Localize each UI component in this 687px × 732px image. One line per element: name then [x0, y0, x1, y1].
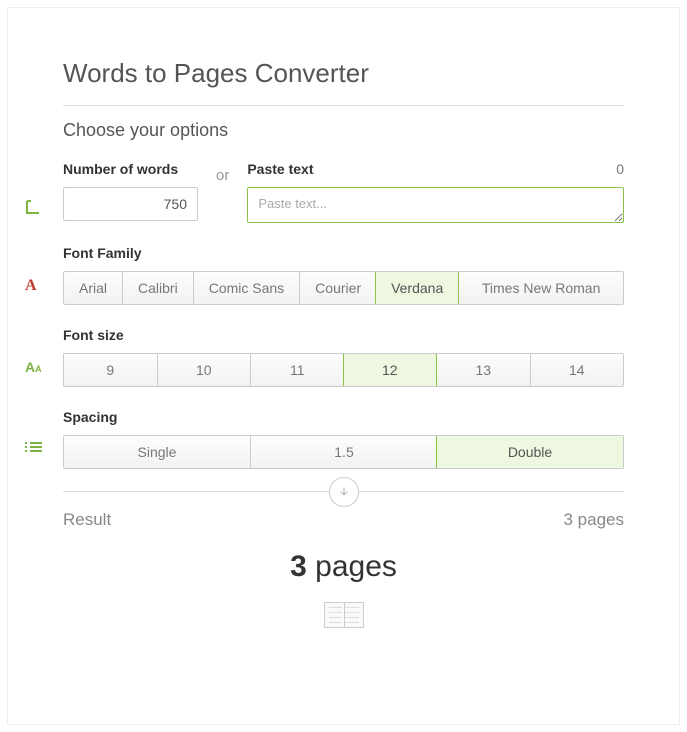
or-label: or: [216, 167, 229, 184]
result-unit: pages: [315, 550, 397, 583]
spacing-option[interactable]: Double: [436, 435, 624, 469]
result-divider: [63, 491, 624, 492]
fontFamily-option[interactable]: Arial: [64, 272, 122, 304]
font-family-group: ArialCalibriComic SansCourierVerdanaTime…: [63, 271, 624, 305]
result-display: 3 pages: [63, 550, 624, 584]
arrow-down-icon: [329, 477, 359, 507]
result-label: Result: [63, 510, 111, 530]
paste-label: Paste text: [247, 161, 313, 177]
fontFamily-option[interactable]: Verdana: [375, 271, 459, 305]
paste-count: 0: [616, 161, 624, 177]
font-family-icon: A: [25, 277, 61, 295]
pages-icon: [63, 602, 624, 628]
fontFamily-option[interactable]: Calibri: [122, 272, 193, 304]
result-number: 3: [290, 550, 307, 583]
words-icon: [25, 199, 61, 217]
fontSize-option[interactable]: 12: [343, 353, 438, 387]
title-separator: [63, 105, 624, 106]
spacing-option[interactable]: 1.5: [250, 436, 437, 468]
converter-panel: Words to Pages Converter Choose your opt…: [0, 0, 687, 732]
paste-textarea[interactable]: [247, 187, 624, 223]
fontSize-option[interactable]: 13: [436, 354, 530, 386]
font-size-label: Font size: [63, 327, 624, 343]
spacing-group: Single1.5Double: [63, 435, 624, 469]
fontSize-option[interactable]: 11: [250, 354, 344, 386]
spacing-icon: [25, 441, 61, 455]
result-summary: 3 pages: [564, 510, 625, 530]
spacing-option[interactable]: Single: [64, 436, 250, 468]
font-size-icon: AA: [25, 359, 61, 377]
page-title: Words to Pages Converter: [63, 58, 624, 89]
font-size-group: 91011121314: [63, 353, 624, 387]
subtitle: Choose your options: [63, 120, 624, 141]
fontFamily-option[interactable]: Comic Sans: [193, 272, 299, 304]
font-family-label: Font Family: [63, 245, 624, 261]
fontSize-option[interactable]: 9: [64, 354, 157, 386]
spacing-label: Spacing: [63, 409, 624, 425]
fontFamily-option[interactable]: Times New Roman: [458, 272, 623, 304]
fontSize-option[interactable]: 14: [530, 354, 624, 386]
fontFamily-option[interactable]: Courier: [299, 272, 376, 304]
words-label: Number of words: [63, 161, 198, 177]
fontSize-option[interactable]: 10: [157, 354, 251, 386]
words-input[interactable]: [63, 187, 198, 221]
